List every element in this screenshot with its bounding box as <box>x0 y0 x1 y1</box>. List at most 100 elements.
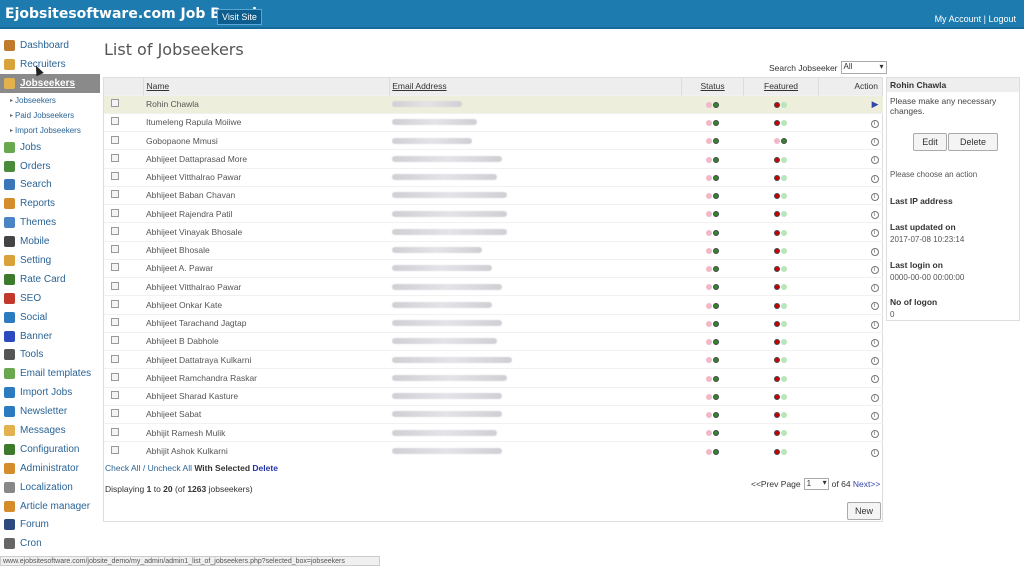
sidebar-item-cron[interactable]: Cron <box>0 534 100 553</box>
status-active-icon[interactable] <box>712 375 719 382</box>
table-row[interactable]: Abhijeet Bhosale i <box>104 240 883 260</box>
sidebar-item-jobseekers[interactable]: Jobseekers <box>0 73 100 93</box>
table-row[interactable]: Abhijeet Rajendra Patil i <box>104 203 883 223</box>
row-checkbox[interactable] <box>111 446 119 455</box>
status-active-icon[interactable] <box>712 302 719 309</box>
row-checkbox[interactable] <box>111 135 119 144</box>
row-checkbox[interactable] <box>111 208 119 217</box>
status-inactive-icon[interactable] <box>705 156 712 163</box>
my-account-link[interactable]: My Account <box>935 14 982 24</box>
table-row[interactable]: Abhijeet B Dabhole i <box>104 331 883 351</box>
featured-off-icon[interactable] <box>774 138 781 145</box>
table-row[interactable]: Itumeleng Rapula Moiiwe i <box>104 112 883 132</box>
sidebar-item-seo[interactable]: SEO <box>0 289 100 308</box>
table-row[interactable]: Abhijeet Sabat i <box>104 404 883 424</box>
header-status[interactable]: Status <box>681 78 745 95</box>
row-checkbox[interactable] <box>111 153 119 162</box>
featured-off-icon[interactable] <box>781 357 788 364</box>
search-select[interactable]: All <box>840 61 887 74</box>
table-row[interactable]: Abhijeet Dattatraya Kulkarni i <box>104 349 883 369</box>
info-icon[interactable]: i <box>870 338 879 347</box>
sidebar-item-article-manager[interactable]: Article manager <box>0 497 100 516</box>
jobseeker-name[interactable]: Abhijeet Onkar Kate <box>143 295 390 314</box>
status-inactive-icon[interactable] <box>705 357 712 364</box>
jobseeker-name[interactable]: Abhijeet Vinayak Bhosale <box>143 222 390 241</box>
jobseeker-name[interactable]: Rohin Chawla <box>143 94 390 114</box>
header-name[interactable]: Name <box>143 78 391 95</box>
table-row[interactable]: Abhijeet A. Pawar i <box>104 258 883 278</box>
jobseeker-name[interactable]: Abhijeet Baban Chavan <box>143 185 390 205</box>
status-active-icon[interactable] <box>712 211 719 218</box>
jobseeker-name[interactable]: Abhijeet Vitthalrao Pawar <box>143 276 390 296</box>
row-checkbox[interactable] <box>111 281 119 290</box>
status-active-icon[interactable] <box>712 120 719 127</box>
status-active-icon[interactable] <box>712 174 719 181</box>
featured-off-icon[interactable] <box>781 101 788 108</box>
table-row[interactable]: Abhijeet Dattaprasad More i <box>104 149 883 168</box>
featured-off-icon[interactable] <box>781 193 788 200</box>
row-checkbox[interactable] <box>111 172 119 181</box>
status-inactive-icon[interactable] <box>705 430 712 437</box>
featured-on-icon[interactable] <box>774 156 781 163</box>
row-checkbox[interactable] <box>111 427 119 436</box>
status-active-icon[interactable] <box>712 247 719 254</box>
jobseeker-name[interactable]: Abhijeet Dattatraya Kulkarni <box>143 349 390 369</box>
status-inactive-icon[interactable] <box>705 138 712 145</box>
table-row[interactable]: Abhijeet Onkar Kate i <box>104 295 883 314</box>
status-inactive-icon[interactable] <box>705 229 712 236</box>
featured-on-icon[interactable] <box>774 174 781 181</box>
featured-on-icon[interactable] <box>774 430 781 437</box>
status-active-icon[interactable] <box>712 412 719 419</box>
sidebar-item-search[interactable]: Search <box>0 175 100 194</box>
status-inactive-icon[interactable] <box>705 211 712 218</box>
featured-on-icon[interactable] <box>774 448 781 455</box>
featured-on-icon[interactable] <box>774 247 781 254</box>
status-inactive-icon[interactable] <box>705 412 712 419</box>
sidebar-item-messages[interactable]: Messages <box>0 421 100 440</box>
next-link[interactable]: Next>> <box>853 479 880 489</box>
sidebar-item-localization[interactable]: Localization <box>0 478 100 497</box>
page-select[interactable]: 1 <box>803 478 829 490</box>
info-icon[interactable]: i <box>870 211 879 220</box>
row-checkbox[interactable] <box>111 99 119 108</box>
info-icon[interactable]: i <box>870 119 879 128</box>
logout-link[interactable]: Logout <box>988 14 1016 24</box>
featured-on-icon[interactable] <box>781 138 788 145</box>
sidebar-subitem-import-jobseekers[interactable]: Import Jobseekers <box>0 123 100 138</box>
featured-on-icon[interactable] <box>774 393 781 400</box>
status-active-icon[interactable] <box>712 193 719 200</box>
prev-link[interactable]: <<Prev <box>751 479 778 489</box>
table-row[interactable]: Rohin Chawla ▶ <box>104 94 883 114</box>
info-icon[interactable]: i <box>870 138 879 147</box>
featured-on-icon[interactable] <box>774 211 781 218</box>
status-active-icon[interactable] <box>712 101 719 108</box>
sidebar-item-tools[interactable]: Tools <box>0 345 100 364</box>
sidebar-item-orders[interactable]: Orders <box>0 157 100 176</box>
row-checkbox[interactable] <box>111 318 119 327</box>
table-row[interactable]: Abhijeet Tarachand Jagtap i <box>104 313 883 333</box>
featured-off-icon[interactable] <box>781 120 788 127</box>
featured-off-icon[interactable] <box>781 302 788 309</box>
row-checkbox[interactable] <box>111 372 119 381</box>
featured-off-icon[interactable] <box>781 393 788 400</box>
sidebar-item-mobile[interactable]: Mobile <box>0 232 100 251</box>
status-inactive-icon[interactable] <box>705 448 712 455</box>
jobseeker-name[interactable]: Abhijeet Sharad Kasture <box>143 386 390 406</box>
info-icon[interactable]: i <box>870 156 879 165</box>
info-icon[interactable]: i <box>870 357 879 366</box>
featured-off-icon[interactable] <box>781 284 788 291</box>
featured-off-icon[interactable] <box>781 229 788 236</box>
sidebar-item-forum[interactable]: Forum <box>0 515 100 534</box>
info-icon[interactable]: i <box>870 174 879 183</box>
featured-off-icon[interactable] <box>781 412 788 419</box>
sidebar-item-dashboard[interactable]: Dashboard <box>0 36 100 55</box>
sidebar-subitem-jobseekers[interactable]: Jobseekers <box>0 93 100 108</box>
status-active-icon[interactable] <box>712 138 719 145</box>
table-row[interactable]: Abhijit Ashok Kulkarni i <box>104 441 883 460</box>
row-checkbox[interactable] <box>111 263 119 272</box>
table-row[interactable]: Abhijeet Ramchandra Raskar i <box>104 368 883 387</box>
info-icon[interactable]: i <box>870 320 879 329</box>
status-active-icon[interactable] <box>712 357 719 364</box>
sidebar-item-reports[interactable]: Reports <box>0 194 100 213</box>
table-row[interactable]: Abhijeet Vitthalrao Pawar i <box>104 167 883 187</box>
